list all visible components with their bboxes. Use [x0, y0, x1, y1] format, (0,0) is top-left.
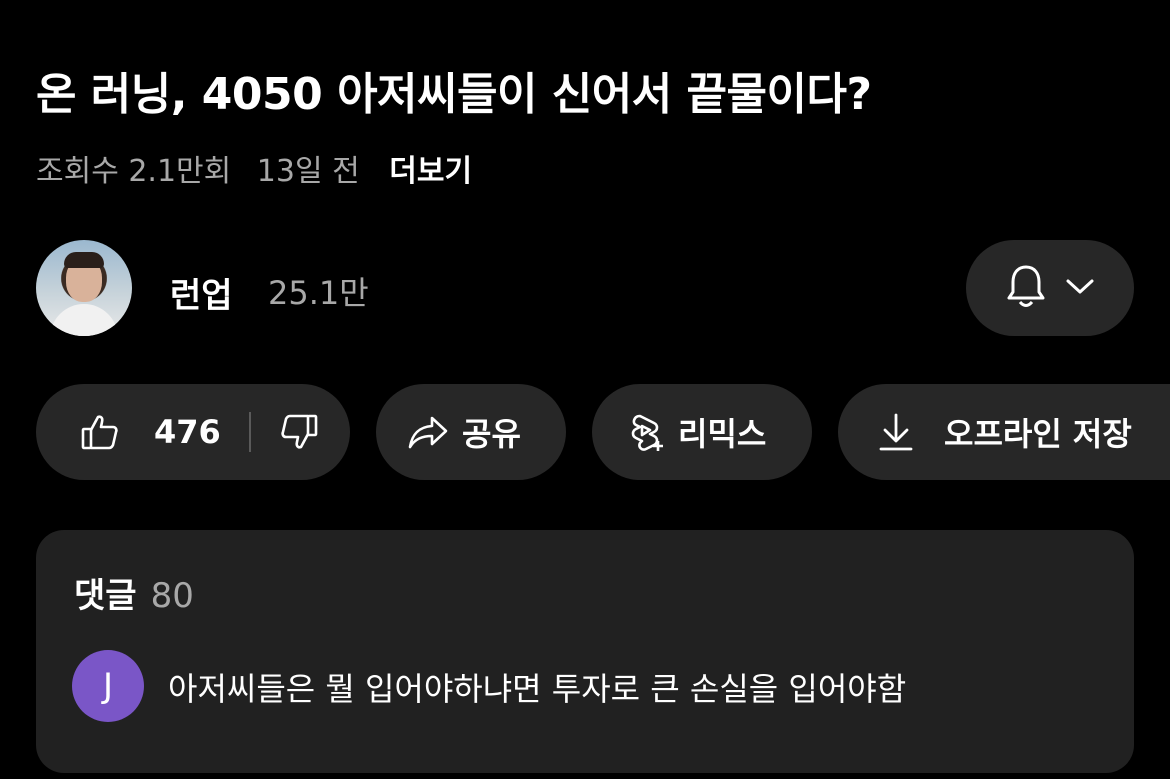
subscriber-count: 25.1만 — [268, 274, 369, 312]
bell-icon — [1005, 262, 1047, 314]
comments-header: 댓글 80 — [74, 568, 194, 617]
offline-label: 오프라인 저장 — [944, 415, 1132, 453]
remix-icon — [624, 411, 666, 453]
like-dislike-group: 476 — [36, 384, 350, 480]
like-divider — [248, 412, 251, 452]
top-comment-text: 아저씨들은 뭘 입어야하냐면 투자로 큰 손실을 입어야함 — [168, 670, 907, 708]
subscription-notify-button[interactable] — [966, 240, 1134, 336]
thumbs-up-icon[interactable] — [80, 412, 120, 452]
more-button[interactable]: 더보기 — [389, 154, 472, 189]
view-count: 조회수 2.1만회 — [36, 154, 232, 189]
comments-count: 80 — [150, 576, 194, 616]
share-label: 공유 — [462, 415, 521, 453]
comments-panel[interactable]: 댓글 80 J 아저씨들은 뭘 입어야하냐면 투자로 큰 손실을 입어야함 — [36, 530, 1134, 773]
video-title: 온 러닝, 4050 아저씨들이 신어서 끝물이다? — [36, 69, 872, 120]
share-button[interactable]: 공유 — [376, 384, 566, 480]
channel-avatar[interactable] — [36, 240, 132, 336]
video-meta[interactable]: 조회수 2.1만회 13일 전 더보기 — [36, 146, 488, 190]
chevron-down-icon — [1065, 276, 1095, 300]
channel-name[interactable]: 런업 — [170, 268, 233, 317]
thumbs-down-icon[interactable] — [279, 412, 319, 452]
channel-row: 런업 25.1만 — [36, 240, 1136, 336]
share-arrow-icon — [408, 414, 448, 450]
like-count: 476 — [154, 413, 221, 451]
commenter-avatar[interactable]: J — [72, 650, 144, 722]
remix-button[interactable]: 리믹스 — [592, 384, 812, 480]
comments-label: 댓글 — [74, 576, 137, 616]
offline-save-button[interactable]: 오프라인 저장 — [838, 384, 1170, 480]
download-icon — [878, 412, 914, 452]
remix-label: 리믹스 — [678, 415, 767, 453]
upload-age: 13일 전 — [256, 154, 360, 189]
